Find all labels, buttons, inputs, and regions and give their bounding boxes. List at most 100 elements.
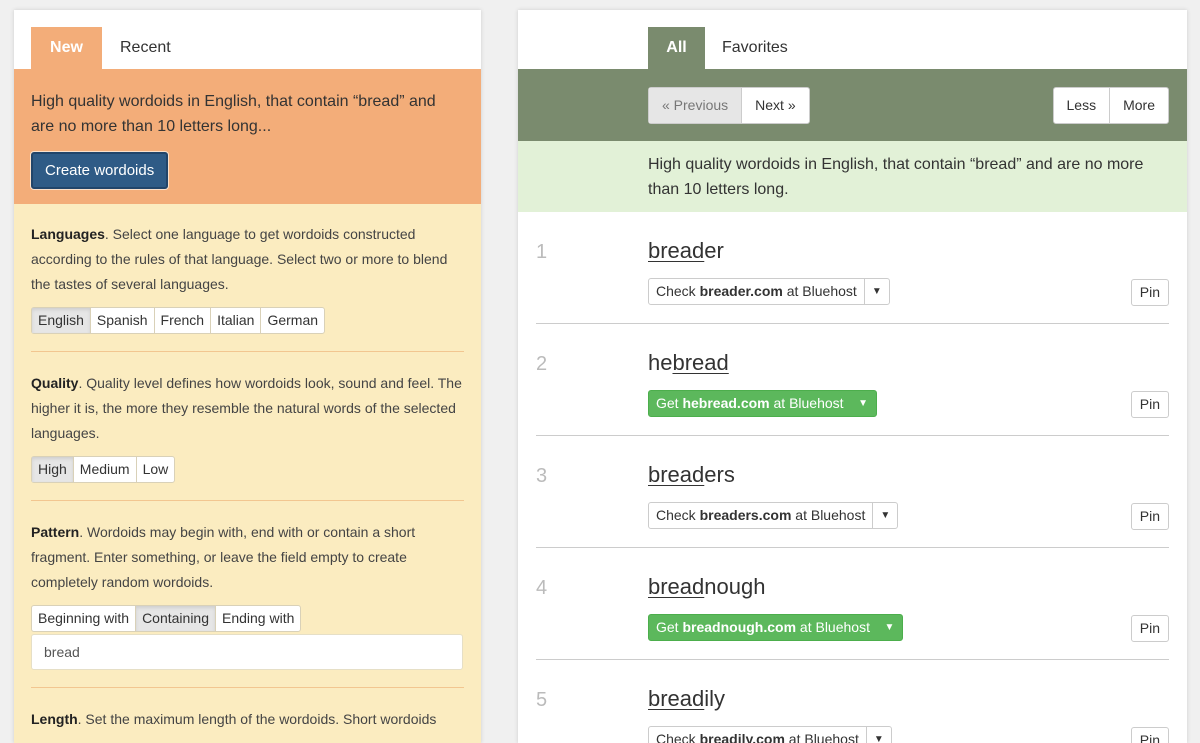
pin-button[interactable]: Pin — [1130, 503, 1169, 530]
domain-button[interactable]: Check breadily.com at Bluehost ▼ — [648, 726, 892, 743]
domain-button[interactable]: Get hebread.com at Bluehost ▼ — [648, 390, 877, 417]
quality-option-low[interactable]: Low — [135, 457, 175, 482]
wordoid-suffix: ers — [704, 462, 735, 487]
wordoid[interactable]: hebread — [648, 350, 729, 376]
quality-option-medium[interactable]: Medium — [72, 457, 136, 482]
domain-name: breader.com — [699, 283, 783, 299]
more-button[interactable]: More — [1109, 88, 1168, 123]
wordoid-suffix: er — [704, 238, 724, 263]
result-number: 3 — [536, 465, 548, 487]
tab-recent[interactable]: Recent — [120, 27, 171, 69]
domain-name: hebread.com — [682, 395, 770, 411]
domain-host: at Bluehost — [796, 619, 870, 635]
domain-label[interactable]: Check breader.com at Bluehost — [649, 279, 864, 304]
result-row: 2 hebread Get hebread.com at Bluehost ▼ Pin — [536, 324, 1169, 436]
wordoid[interactable]: breaders — [648, 462, 735, 488]
domain-button[interactable]: Get breadnough.com at Bluehost ▼ — [648, 614, 903, 641]
wordoid-match: bread — [648, 686, 705, 711]
results-tabs: All Favorites — [518, 10, 1187, 69]
result-number: 1 — [536, 241, 548, 263]
result-row: 4 breadnough Get breadnough.com at Bluehos… — [536, 548, 1169, 660]
wordoid[interactable]: breader — [648, 238, 724, 264]
tab-favorites[interactable]: Favorites — [722, 27, 788, 69]
results-list: 1 breader Check breader.com at Bluehost ▼ Pi… — [518, 212, 1187, 743]
domain-action: Check — [656, 507, 700, 523]
tab-all[interactable]: All — [648, 27, 705, 69]
domain-name: breadily.com — [699, 731, 785, 743]
tab-new[interactable]: New — [31, 27, 102, 69]
quality-title: Quality — [31, 375, 79, 391]
pattern-mode-selector: Beginning with Containing Ending with — [31, 605, 302, 632]
length-title: Length — [31, 711, 78, 727]
caret-down-icon[interactable]: ▼ — [863, 279, 889, 304]
language-option-italian[interactable]: Italian — [210, 308, 260, 333]
result-number: 4 — [536, 577, 548, 599]
pattern-option-ending[interactable]: Ending with — [215, 606, 300, 631]
previous-button[interactable]: « Previous — [649, 88, 743, 123]
domain-host: at Bluehost — [769, 395, 844, 411]
wordoid-match: bread — [672, 350, 729, 375]
language-option-spanish[interactable]: Spanish — [89, 308, 154, 333]
domain-host: at Bluehost — [782, 283, 857, 299]
domain-action: Check — [656, 283, 700, 299]
wordoid-suffix: nough — [704, 574, 766, 599]
quality-selector: High Medium Low — [31, 456, 176, 483]
pin-button[interactable]: Pin — [1130, 279, 1169, 306]
domain-action: Get — [656, 619, 683, 635]
language-option-german[interactable]: German — [260, 308, 324, 333]
pattern-option-containing[interactable]: Containing — [135, 606, 215, 631]
wordoid[interactable]: breadnough — [648, 574, 765, 600]
pin-button[interactable]: Pin — [1130, 727, 1169, 743]
results-panel: All Favorites « Previous Next » Less Mor… — [518, 10, 1187, 743]
pattern-help: . Wordoids may begin with, end with or c… — [31, 524, 416, 590]
caret-down-icon[interactable]: ▼ — [865, 727, 891, 743]
language-option-english[interactable]: English — [32, 308, 90, 333]
generator-panel: New Recent High quality wordoids in Engl… — [14, 10, 481, 743]
domain-label[interactable]: Check breadily.com at Bluehost — [649, 727, 866, 743]
domain-host: at Bluehost — [784, 731, 859, 743]
wordoid-suffix: ily — [704, 686, 726, 711]
result-row: 5 breadily Check breadily.com at Bluehost ▼… — [536, 660, 1169, 743]
generator-description: High quality wordoids in English, that c… — [31, 93, 436, 135]
pattern-input[interactable]: bread — [31, 634, 463, 670]
domain-button[interactable]: Check breaders.com at Bluehost ▼ — [648, 502, 899, 529]
domain-button[interactable]: Check breader.com at Bluehost ▼ — [648, 278, 890, 305]
result-number: 2 — [536, 353, 548, 375]
detail-toggle: Less More — [1052, 87, 1169, 124]
length-section: Length. Set the maximum length of the wo… — [14, 688, 481, 732]
wordoid[interactable]: breadily — [648, 686, 725, 712]
generator-summary: High quality wordoids in English, that c… — [14, 69, 481, 204]
wordoid-match: bread — [648, 462, 705, 487]
domain-label[interactable]: Get hebread.com at Bluehost — [649, 391, 851, 416]
length-help: . Set the maximum length of the wordoids… — [77, 711, 437, 727]
quality-section: Quality. Quality level defines how wordo… — [14, 352, 481, 483]
create-wordoids-button[interactable]: Create wordoids — [31, 152, 169, 189]
less-button[interactable]: Less — [1054, 88, 1110, 123]
next-button[interactable]: Next » — [742, 88, 808, 123]
pattern-section: Pattern. Wordoids may begin with, end wi… — [14, 501, 481, 670]
wordoid-match: bread — [648, 574, 705, 599]
result-number: 5 — [536, 689, 548, 711]
result-row: 1 breader Check breader.com at Bluehost ▼ Pi… — [536, 212, 1169, 324]
caret-down-icon[interactable]: ▼ — [877, 615, 902, 640]
caret-down-icon[interactable]: ▼ — [851, 391, 876, 416]
domain-name: breadnough.com — [682, 619, 797, 635]
result-row: 3 breaders Check breaders.com at Bluehost ▼… — [536, 436, 1169, 548]
domain-action: Get — [656, 395, 683, 411]
domain-label[interactable]: Get breadnough.com at Bluehost — [649, 615, 877, 640]
domain-action: Check — [656, 731, 700, 743]
language-selector: English Spanish French Italian German — [31, 307, 326, 334]
pattern-option-beginning[interactable]: Beginning with — [32, 606, 135, 631]
pagination: « Previous Next » — [648, 87, 810, 124]
domain-label[interactable]: Check breaders.com at Bluehost — [649, 503, 872, 528]
pattern-title: Pattern — [31, 524, 80, 540]
results-summary: High quality wordoids in English, that c… — [518, 141, 1187, 212]
pin-button[interactable]: Pin — [1130, 615, 1169, 642]
quality-option-high[interactable]: High — [32, 457, 73, 482]
caret-down-icon[interactable]: ▼ — [872, 503, 897, 528]
generator-tabs: New Recent — [14, 10, 481, 69]
pin-button[interactable]: Pin — [1130, 391, 1169, 418]
domain-host: at Bluehost — [791, 507, 866, 523]
language-option-french[interactable]: French — [153, 308, 211, 333]
domain-name: breaders.com — [699, 507, 792, 523]
